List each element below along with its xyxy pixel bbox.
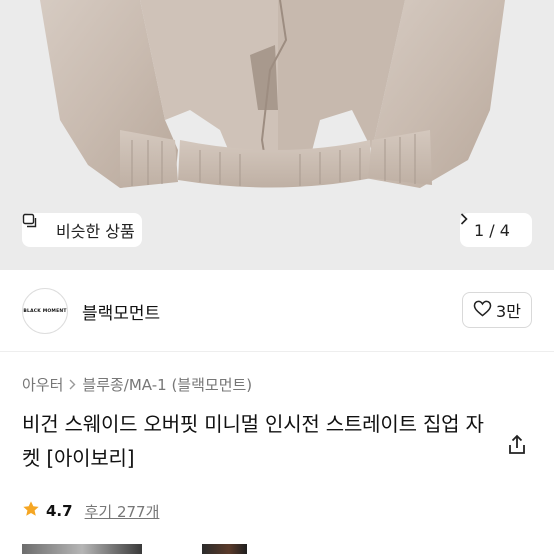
share-icon [509,434,525,454]
like-button[interactable]: 3만 [462,292,532,328]
rating-row: 4.7 후기 277개 [22,500,159,522]
breadcrumb-item-category[interactable]: 블루종/MA-1 (블랙모먼트) [82,374,252,395]
review-photo-strip[interactable] [22,544,252,554]
product-title: 비건 스웨이드 오버핏 미니멀 인시전 스트레이트 집업 자켓 [아이보리] [22,412,484,470]
share-button[interactable] [505,433,529,457]
similar-products-label: 비슷한 상품 [56,222,135,241]
rating-value: 4.7 [46,502,73,520]
heart-icon [473,300,492,321]
product-image-carousel[interactable]: 비슷한 상품 1 / 4 [0,0,554,270]
brand-logo-text: BLACK MOMENT [23,308,67,314]
like-count: 3만 [496,302,521,321]
breadcrumb-item-outer[interactable]: 아우터 [22,374,63,395]
brand-logo[interactable]: BLACK MOMENT [22,288,68,334]
brand-row[interactable]: BLACK MOMENT 블랙모먼트 3만 [0,270,554,352]
review-thumbnail[interactable] [202,544,247,554]
page-indicator-text: 1 / 4 [474,220,510,240]
star-icon [22,500,40,522]
chevron-right-icon [69,376,76,394]
similar-items-icon [22,213,50,238]
similar-products-button[interactable]: 비슷한 상품 [22,213,142,247]
breadcrumb: 아우터 블루종/MA-1 (블랙모먼트) [22,374,252,395]
review-thumbnail[interactable] [22,544,142,554]
image-page-indicator[interactable]: 1 / 4 [460,213,532,247]
brand-name[interactable]: 블랙모먼트 [82,299,160,324]
review-count-link[interactable]: 후기 277개 [85,501,160,522]
